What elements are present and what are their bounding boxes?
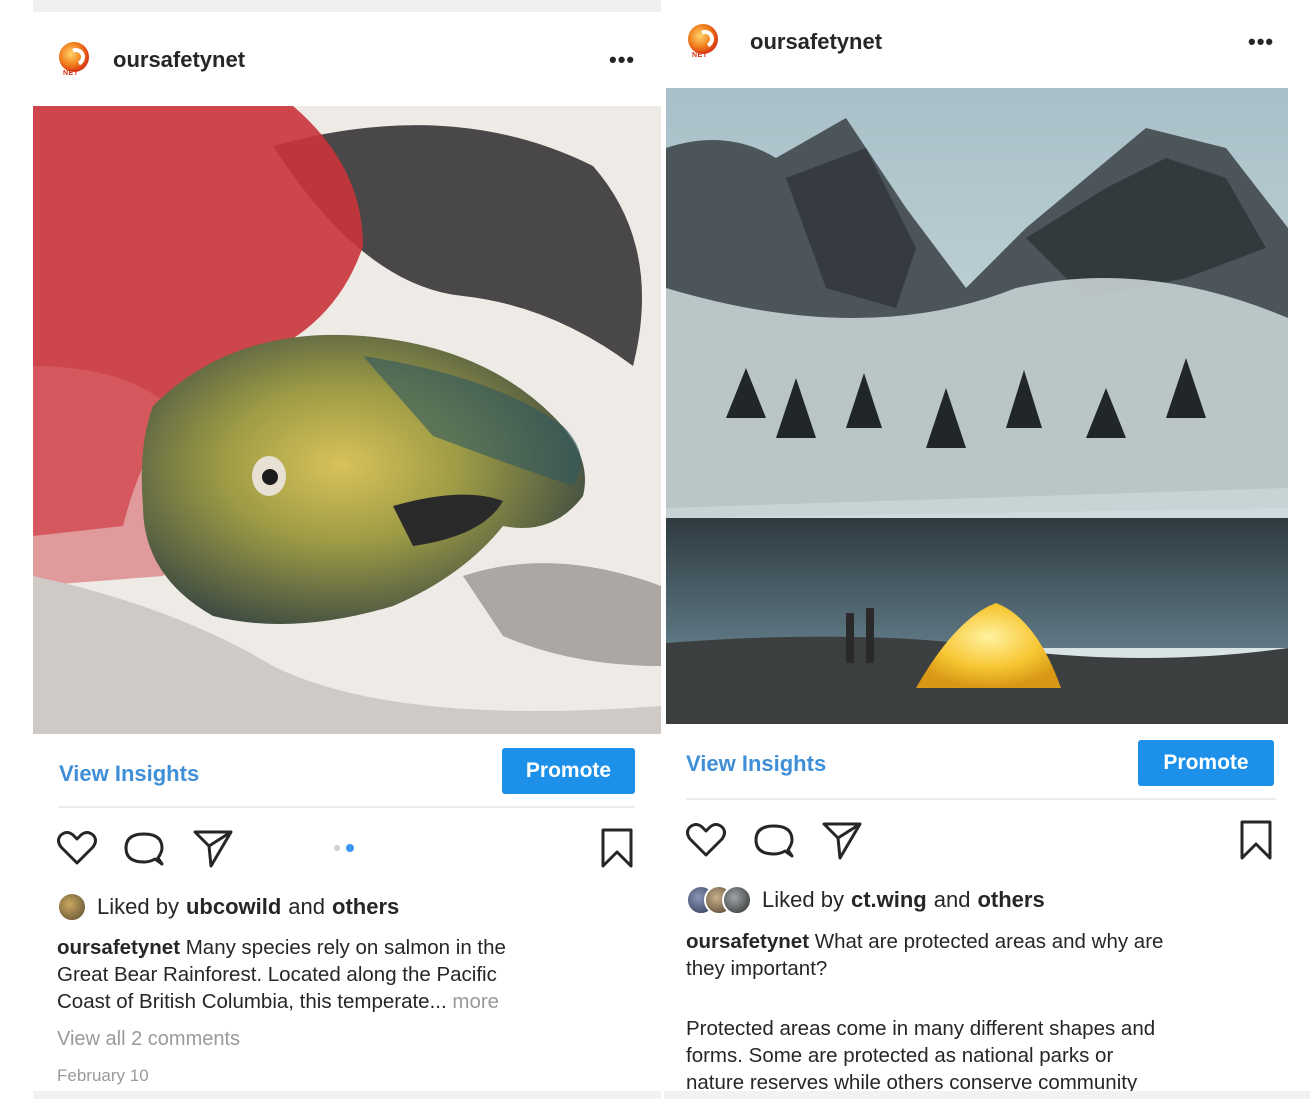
post-username[interactable]: oursafetynet (750, 29, 882, 55)
share-send-icon[interactable] (820, 818, 864, 862)
liker-avatar (57, 892, 87, 922)
liked-by-and: and (933, 887, 971, 912)
caption-text-line3: Coast of British Columbia, this temperat… (57, 990, 447, 1013)
more-options-icon[interactable]: ••• (609, 49, 635, 71)
promote-button[interactable]: Promote (502, 748, 635, 794)
more-options-icon[interactable]: ••• (1248, 31, 1274, 53)
post-actions (664, 818, 1310, 862)
comment-icon[interactable] (752, 818, 796, 862)
view-insights-link[interactable]: View Insights (59, 761, 199, 787)
caption-more-link[interactable]: more (452, 990, 499, 1013)
avatar-logo-text: NET (63, 70, 79, 77)
caption-paragraph2-line2: forms. Some are protected as national pa… (686, 1044, 1114, 1067)
profile-avatar[interactable]: NET (684, 20, 728, 64)
bottom-divider (664, 1091, 1310, 1099)
profile-avatar[interactable]: NET (55, 38, 99, 82)
mountain-watercolor-image (666, 88, 1288, 724)
post-card-protected-areas: NET oursafetynet ••• View Insights Promo… (664, 0, 1310, 1099)
post-card-salmon: NET oursafetynet ••• View Insights Promo… (33, 0, 661, 1099)
post-image-mountain-lake-painting[interactable] (666, 88, 1288, 724)
post-caption: oursafetynet What are protected areas an… (686, 928, 1286, 1096)
post-header: NET oursafetynet (33, 38, 661, 82)
liker-avatar (722, 885, 752, 915)
like-heart-icon[interactable] (55, 826, 99, 870)
caption-username[interactable]: oursafetynet (686, 930, 809, 953)
bottom-divider (33, 1091, 661, 1099)
caption-username[interactable]: oursafetynet (57, 936, 180, 959)
caption-text-line1: What are protected areas and why are (814, 930, 1164, 953)
caption-text-line2: they important? (686, 957, 828, 980)
divider (59, 806, 635, 808)
save-bookmark-icon[interactable] (1234, 818, 1278, 862)
liked-by-row: Liked by ubcowild and others (57, 892, 399, 922)
salmon-watercolor-image (33, 106, 661, 734)
liked-by-prefix: Liked by (97, 894, 179, 919)
post-username[interactable]: oursafetynet (113, 47, 245, 73)
liked-by-others-link[interactable]: others (332, 894, 399, 920)
avatar-logo-text: NET (692, 52, 708, 59)
carousel-dot-active (346, 844, 354, 852)
caption-text-line1: Many species rely on salmon in the (185, 936, 506, 959)
liked-by-prefix: Liked by (762, 887, 844, 912)
top-divider (33, 0, 661, 12)
comment-icon[interactable] (122, 826, 166, 870)
liked-by-user-link[interactable]: ubcowild (186, 894, 281, 920)
liked-by-others-link[interactable]: others (977, 887, 1044, 913)
liked-by-row: Liked by ct.wing and others (686, 885, 1045, 915)
carousel-dot (334, 845, 340, 851)
liked-by-user-link[interactable]: ct.wing (851, 887, 927, 913)
post-header: NET oursafetynet (664, 20, 1310, 64)
post-date: February 10 (57, 1066, 149, 1085)
caption-text-line2: Great Bear Rainforest. Located along the… (57, 963, 497, 986)
divider (686, 798, 1276, 800)
share-send-icon[interactable] (191, 826, 235, 870)
carousel-indicator (334, 844, 354, 852)
promote-button[interactable]: Promote (1138, 740, 1274, 786)
caption-paragraph2-line1: Protected areas come in many different s… (686, 1017, 1156, 1040)
post-actions (33, 826, 661, 870)
like-heart-icon[interactable] (684, 818, 728, 862)
post-caption: oursafetynet Many species rely on salmon… (57, 934, 637, 1015)
save-bookmark-icon[interactable] (595, 826, 639, 870)
view-insights-link[interactable]: View Insights (686, 751, 826, 777)
liked-by-and: and (288, 894, 325, 919)
post-image-salmon-painting[interactable] (33, 106, 661, 734)
view-comments-link[interactable]: View all 2 comments (57, 1028, 240, 1051)
